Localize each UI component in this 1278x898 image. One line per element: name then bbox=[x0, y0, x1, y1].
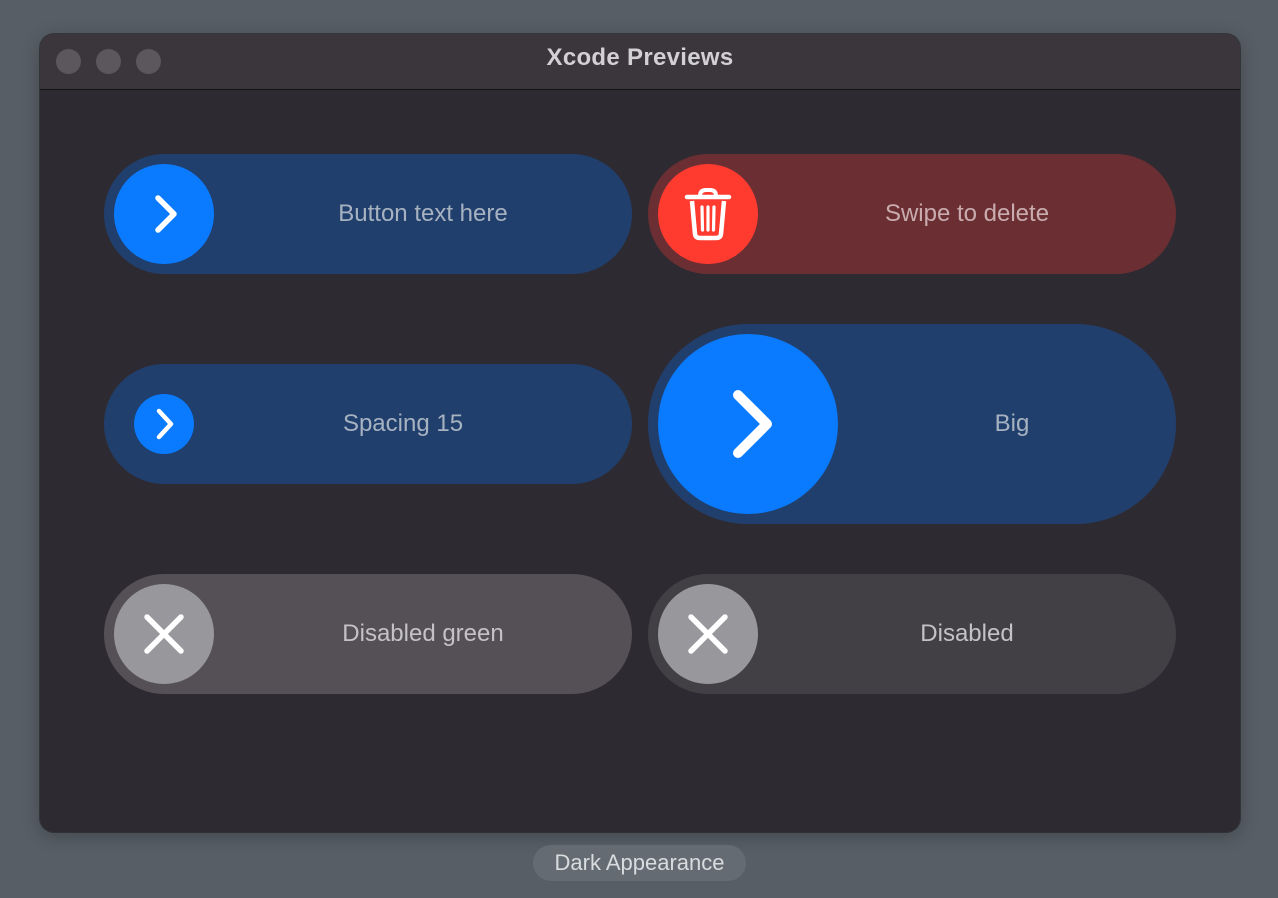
slide-knob[interactable] bbox=[114, 164, 214, 264]
xmark-icon bbox=[144, 614, 184, 654]
slide-knob bbox=[114, 584, 214, 684]
slide-button-label: Button text here bbox=[338, 200, 508, 227]
slide-button-label: Swipe to delete bbox=[884, 200, 1050, 227]
slide-button-label: Big bbox=[994, 410, 1030, 437]
chevron-right-icon bbox=[155, 195, 177, 233]
slide-button-label: Disabled bbox=[920, 620, 1014, 647]
slide-button-delete[interactable]: Swipe to delete bbox=[648, 154, 1176, 274]
slide-button-label: Spacing 15 bbox=[342, 410, 464, 437]
xmark-icon bbox=[688, 614, 728, 654]
slide-button-default[interactable]: Button text here bbox=[104, 154, 632, 274]
slide-knob[interactable] bbox=[658, 164, 758, 264]
slide-knob bbox=[658, 584, 758, 684]
slide-button-disabled: Disabled bbox=[648, 574, 1176, 694]
chevron-right-icon bbox=[733, 390, 772, 458]
title-bar: Xcode Previews bbox=[40, 34, 1240, 90]
appearance-badge[interactable]: Dark Appearance bbox=[533, 845, 746, 881]
slide-button-big[interactable]: Big bbox=[648, 324, 1176, 524]
slide-button-disabled-green: Disabled green bbox=[104, 574, 632, 694]
slide-button-label: Disabled green bbox=[342, 620, 504, 647]
slide-knob[interactable] bbox=[658, 334, 838, 514]
trash-icon bbox=[684, 188, 732, 241]
preview-canvas: Button text here Swipe to delete Spacing… bbox=[40, 90, 1240, 832]
slide-button-spacing[interactable]: Spacing 15 bbox=[104, 364, 632, 484]
preview-window: Xcode Previews Button text here Swipe to… bbox=[40, 34, 1240, 832]
window-title: Xcode Previews bbox=[546, 44, 734, 71]
